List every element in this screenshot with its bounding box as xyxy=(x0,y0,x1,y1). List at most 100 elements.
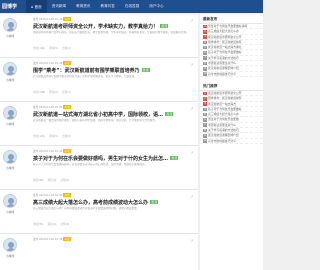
author-name[interactable]: 小林博 xyxy=(1,78,19,82)
post-tag[interactable]: 标签 xyxy=(63,105,71,109)
hot-item-label[interactable]: 武汉新航道一站式海方 xyxy=(208,102,236,106)
nav-online-qa[interactable]: 在线答疑 xyxy=(120,0,144,13)
post-title-text[interactable]: 围学“乘考”：武汉新航道前有围学乘联首培养乃 xyxy=(33,68,140,74)
latest-item-label[interactable]: 考研复试需要注意什么 xyxy=(208,61,236,65)
post-date: 发布 2020-01-02 10:38 xyxy=(33,238,63,241)
latest-item-label[interactable]: 高考志愿填报技巧分享 xyxy=(208,72,236,76)
post-meta: 发布 2020-01-02 10:46 标签 xyxy=(33,105,71,109)
latest-item-label[interactable]: 孩子对于为何在乐会要做好 xyxy=(208,50,242,54)
nav-user-center[interactable]: 用户中心 xyxy=(144,0,168,13)
post-tag[interactable]: 标签 xyxy=(63,61,71,65)
like-button[interactable]: 点赞(1) xyxy=(62,91,71,94)
post-tag[interactable]: 标签 xyxy=(63,149,71,153)
post-actions: 浏览(86) 评论(0) 点赞(0) xyxy=(33,222,73,226)
post-meta: 发布 2020-01-02 10:25 标签 xyxy=(33,61,71,65)
avatar[interactable] xyxy=(3,194,17,208)
hot-item-label[interactable]: 高考志愿填报技巧分享 xyxy=(208,139,236,143)
post-actions: 浏览(166) 评论(0) 点赞(2) xyxy=(33,46,75,50)
hot-item-label[interactable]: 孩子对于为何在乐会要做好 xyxy=(208,107,242,111)
post-date: 发布 2020-01-02 10:43 xyxy=(33,150,63,153)
avatar[interactable] xyxy=(3,106,17,120)
post-title-text[interactable]: 武汉新航道考研师资全公开，学术缺实力，教学真给力！ xyxy=(33,24,158,30)
post-title[interactable]: 围学“乘考”：武汉新航道前有围学乘联首培养乃 置顶 xyxy=(33,67,193,74)
post-title[interactable]: 武汉新航道—站式海方湖北省小初高中学，国际领校，语… 置顶 xyxy=(33,111,193,118)
rank-number: 6 xyxy=(203,51,207,55)
post-title[interactable]: 武汉新航道考研师资全公开，学术缺实力，教学真给力！ 置顶 xyxy=(33,23,193,30)
hot-item-label[interactable]: 男生对于为何在乐会要做 xyxy=(208,117,239,121)
latest-item-label[interactable]: 围学乘考：武汉新航道前有 xyxy=(208,40,242,44)
author-name[interactable]: 小林博 xyxy=(1,122,19,126)
post-title-text[interactable]: 孩子对于为何在乐会要做好感吗，男生对于什的女生为此怎… xyxy=(33,156,168,162)
like-button[interactable]: 点赞(0) xyxy=(60,223,69,226)
latest-item-label[interactable]: 关于学习英语的方法技巧 xyxy=(208,56,239,60)
latest-item[interactable]: 10高考志愿填报技巧分享 xyxy=(200,72,263,77)
post-excerpt: 武汉新航道老师介绍围学乘考的培养方案，帮助学生明确目标，提高学习效率，全面发展。 xyxy=(33,75,137,78)
post-title[interactable]: 高三成绩大起大落怎么办，高考前成绩波动大怎么办 置顶 xyxy=(33,199,193,206)
hot-item-label[interactable]: 武汉新航道课程安排介绍 xyxy=(208,133,239,137)
post-title-text[interactable]: 武汉新航道—站式海方湖北省小初高中学，国际领校，语… xyxy=(33,112,163,118)
hot-item[interactable]: 10高考志愿填报技巧分享 xyxy=(200,139,263,144)
post-meta: 发布 2020-01-02 10:43 标签 xyxy=(33,149,71,153)
like-button[interactable]: 点赞(2) xyxy=(62,47,71,50)
post-card[interactable]: 小林博 发布 2020-01-02 10:43 标签 ↗ 孩子对于为何在乐会要做好… xyxy=(0,146,198,190)
author-name[interactable]: 小林博 xyxy=(1,210,19,214)
post-excerpt: 高三成绩大起大落怎么办？高考前成绩波动大是很多学生都会遇到的问题，调整心态最重要… xyxy=(33,207,140,210)
hot-item-label[interactable]: 考研复试需要注意什么 xyxy=(208,123,236,127)
post-date: 发布 2020-01-02 10:25 xyxy=(33,62,63,65)
post-card[interactable]: 小林博 发布 2020-01-02 10:46 标签 ↗ 武汉新航道考研师资全公开… xyxy=(0,14,198,58)
post-title-text[interactable]: 高三成绩大起大落怎么办，高考前成绩波动大怎么办 xyxy=(33,200,148,206)
rank-number: 3 xyxy=(203,35,207,39)
site-brand[interactable]: 园博学 xyxy=(0,3,26,10)
top-nav: 园博学 ⌂首页 资讯新闻 教育资讯 教育问答 在线答疑 用户中心 xyxy=(0,0,263,13)
post-excerpt: 孩子对于为何在乐会要做好感吗，家长需要多关注孩子的心理变化，及时沟通，帮助孩子健… xyxy=(33,163,148,166)
post-title[interactable]: 孩子对于为何在乐会要做好感吗，男生对于什的女生为此怎… 置顶 xyxy=(33,155,193,162)
rank-number: 10 xyxy=(203,72,207,76)
comments-link[interactable]: 评论(0) xyxy=(49,47,58,50)
latest-heading: 最新发布 xyxy=(200,14,263,24)
latest-item-label[interactable]: 武汉新航道一站式海方湖北 xyxy=(208,45,242,49)
post-card[interactable]: 小林博 发布 2020-01-02 10:46 标签 ↗ 武汉新航道—站式海方湖北… xyxy=(0,102,198,146)
home-icon: ⌂ xyxy=(31,4,34,9)
latest-item-label[interactable]: 武汉新航道课程安排介绍 xyxy=(208,66,239,70)
post-card[interactable]: 小林博 发布 2020-01-02 10:25 标签 ↗ 围学“乘考”：武汉新航道… xyxy=(0,58,198,102)
rank-number: 9 xyxy=(203,134,207,138)
post-card[interactable]: 小林博 发布 2020-01-02 10:38 标签 ↗ xyxy=(0,234,198,270)
avatar[interactable] xyxy=(3,150,17,164)
post-tag[interactable]: 标签 xyxy=(63,193,71,197)
author-name[interactable]: 小林博 xyxy=(1,166,19,170)
post-tag[interactable]: 标签 xyxy=(63,17,71,21)
comments-link[interactable]: 评论(0) xyxy=(48,223,57,226)
like-button[interactable]: 点赞(0) xyxy=(62,135,71,138)
nav-home[interactable]: ⌂首页 xyxy=(26,0,47,13)
author-name[interactable]: 小林博 xyxy=(1,254,19,258)
nav-home-label: 首页 xyxy=(34,5,42,9)
comments-link[interactable]: 评论(0) xyxy=(49,135,58,138)
nav-edu-qa[interactable]: 教育问答 xyxy=(95,0,119,13)
views-count: 浏览(120) xyxy=(33,135,46,138)
latest-item-label[interactable]: 男生对于为何在乐会要做好感吗 xyxy=(208,24,247,28)
post-card[interactable]: 小林博 发布 2020-01-02 10:40 标签 ↗ 高三成绩大起大落怎么办，… xyxy=(0,190,198,234)
share-icon[interactable]: ↗ xyxy=(190,238,195,243)
hot-item-label[interactable]: 围学乘考：武汉新航道前有 xyxy=(208,96,242,100)
pinned-badge: 置顶 xyxy=(165,112,174,116)
latest-item-label[interactable]: 高三成绩大起大落怎么办 xyxy=(208,29,239,33)
rank-number: 5 xyxy=(203,112,207,117)
hot-item-label[interactable]: 武汉新航道考研师资全公开 xyxy=(208,91,242,95)
avatar[interactable] xyxy=(3,18,17,32)
comments-link[interactable]: 评论(0) xyxy=(49,91,58,94)
post-tag[interactable]: 标签 xyxy=(63,237,71,241)
post-excerpt: 新航道考研师资介绍中心团队，研究实力都很扎实，教学成果显著，学生评价很高，师资团… xyxy=(33,31,189,34)
hot-item-label[interactable]: 高三成绩大起大落怎么办 xyxy=(208,112,239,116)
author-name[interactable]: 小林博 xyxy=(1,34,19,38)
nav-edu-info[interactable]: 教育资讯 xyxy=(71,0,95,13)
avatar[interactable] xyxy=(3,62,17,76)
hot-item-label[interactable]: 关于学习英语的方法技巧 xyxy=(208,128,239,132)
avatar[interactable] xyxy=(3,238,17,252)
comments-link[interactable]: 评论(0) xyxy=(48,179,57,182)
like-button[interactable]: 点赞(0) xyxy=(60,179,69,182)
rank-number: 8 xyxy=(203,128,207,133)
nav-news[interactable]: 资讯新闻 xyxy=(47,0,71,13)
latest-item-label[interactable]: 武汉新航道考研师资全公开 xyxy=(208,35,242,39)
rank-number: 4 xyxy=(203,107,207,112)
rank-number: 7 xyxy=(203,123,207,128)
